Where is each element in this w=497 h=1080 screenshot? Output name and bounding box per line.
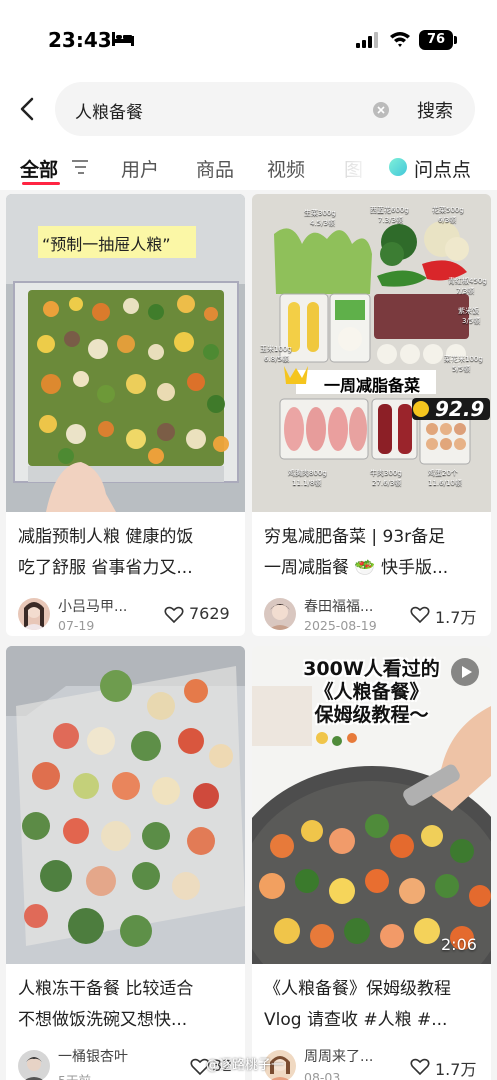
like-count: 1.7万 <box>435 1060 477 1079</box>
tab-videos[interactable]: 视频 <box>267 155 305 182</box>
cover-caption-line: 《人粮备餐》 <box>314 681 429 703</box>
note-title-line: Vlog 请查收 #人粮 #... <box>264 1010 448 1030</box>
avatar[interactable] <box>18 1050 50 1080</box>
note-title-line: 不想做饭洗碗又想快... <box>18 1010 188 1030</box>
note-title-line: 吃了舒服 省事省力又... <box>18 558 193 578</box>
note-cover-image[interactable]: 一周减脂备菜 92.9 生菜300g 4.5/3顿 西蓝花600g 7.3/3顿… <box>252 194 491 512</box>
cover-caption: “预制一抽屉人粮” <box>42 235 171 254</box>
ingredient-label: 3/5顿 <box>462 317 481 325</box>
ingredient-label: 27.6/3顿 <box>372 479 402 487</box>
filter-tabs: 全部 用户 商品 视频 图 问点点 <box>0 140 497 190</box>
post-date: 07-19 <box>58 618 95 633</box>
note-cover-image[interactable]: “预制一抽屉人粮” <box>6 194 245 512</box>
search-header: 人粮备餐 搜索 <box>0 80 497 140</box>
note-title: 《人粮备餐》保姆级教程 Vlog 请查收 #人粮 #... <box>264 974 484 1036</box>
filter-icon[interactable] <box>72 160 88 174</box>
ingredient-label: 菜花米100g <box>444 355 483 363</box>
ingredient-label: 鸡蛋20个 <box>428 469 458 477</box>
status-time: 23:43 <box>48 28 112 52</box>
ingredient-label: 玉米100g <box>260 345 292 353</box>
note-title-line: 《人粮备餐》保姆级教程 <box>264 979 451 999</box>
ingredient-label: 花菜500g <box>432 206 464 214</box>
search-input[interactable]: 人粮备餐 搜索 <box>55 82 475 136</box>
avatar[interactable] <box>264 598 296 630</box>
ingredient-label: 牛肉300g <box>370 469 402 477</box>
note-card[interactable]: 人粮冻干备餐 比较适合 不想做饭洗碗又想快... 一桶银杏叶 5天前 32 <box>6 646 245 1080</box>
ingredient-label: 青红椒450g <box>448 277 487 285</box>
wifi-icon <box>390 32 410 47</box>
ingredient-label: 5/5顿 <box>452 365 471 373</box>
note-title-line: 穷鬼减肥备菜 | 93r备足 <box>264 527 446 547</box>
author-name[interactable]: 春田福福... <box>304 596 373 616</box>
post-date: 5天前 <box>58 1070 91 1080</box>
ingredient-label: 11.1/8顿 <box>292 479 322 487</box>
like-count: 7629 <box>189 604 230 623</box>
watermark: @逐路桃子一 <box>206 1058 285 1073</box>
like-heart-icon[interactable] <box>410 1058 430 1076</box>
like-heart-icon[interactable] <box>164 606 184 624</box>
tab-all[interactable]: 全部 <box>20 155 58 182</box>
post-date: 2025-08-19 <box>304 618 377 633</box>
active-tab-indicator <box>22 182 60 185</box>
tab-ask[interactable]: 问点点 <box>414 155 471 182</box>
ingredient-label: 6.8/5顿 <box>264 355 289 363</box>
search-query[interactable]: 人粮备餐 <box>75 98 143 123</box>
note-title-line: 减脂预制人粮 健康的饭 <box>18 527 194 547</box>
ingredient-label: 7.3/3顿 <box>378 216 403 224</box>
note-cover-image[interactable] <box>6 646 245 964</box>
battery-indicator: 76 <box>419 30 457 50</box>
avatar[interactable] <box>18 598 50 630</box>
ingredient-label: 鸡胸肉800g <box>288 469 327 477</box>
note-cover-image[interactable]: 300W人看过的 《人粮备餐》 保姆级教程～ 2:06 <box>252 646 491 964</box>
note-card[interactable]: 一周减脂备菜 92.9 生菜300g 4.5/3顿 西蓝花600g 7.3/3顿… <box>252 194 491 636</box>
cover-caption: 一周减脂备菜 <box>324 376 421 395</box>
search-button[interactable]: 搜索 <box>417 97 453 123</box>
video-duration: 2:06 <box>441 935 477 954</box>
tab-fade <box>330 148 375 182</box>
ingredient-label: 生菜300g <box>304 209 336 217</box>
ingredient-label: 11.6/10顿 <box>428 479 462 487</box>
sleep-mode-icon <box>112 32 134 46</box>
author-name[interactable]: 小吕马甲... <box>58 596 127 616</box>
author-name[interactable]: 周周来了... <box>304 1046 373 1066</box>
post-date: 08-03 <box>304 1070 341 1080</box>
note-title-line: 一周减脂餐 🥗 快手版... <box>264 558 449 578</box>
ask-ai-icon[interactable] <box>389 158 407 176</box>
note-title: 减脂预制人粮 健康的饭 吃了舒服 省事省力又... <box>18 522 238 584</box>
back-arrow-icon[interactable] <box>16 96 40 122</box>
like-count: 1.7万 <box>435 608 477 627</box>
clear-search-icon[interactable] <box>373 102 389 118</box>
ingredient-label: 紫米饭 <box>458 307 479 315</box>
ingredient-label: 7/3顿 <box>456 287 475 295</box>
cover-caption-line: 保姆级教程～ <box>314 704 429 726</box>
freeze-dried-veg-photo <box>6 646 245 964</box>
ingredient-label: 6/3顿 <box>438 216 457 224</box>
cover-price: 92.9 <box>435 397 485 421</box>
note-card[interactable]: “预制一抽屉人粮” 减脂预制人粮 健康的饭 吃了舒服 省事省力又... 小吕马甲… <box>6 194 245 636</box>
ingredient-label: 西蓝花600g <box>370 206 409 214</box>
tab-users[interactable]: 用户 <box>121 155 159 182</box>
note-title-line: 人粮冻干备餐 比较适合 <box>18 979 194 999</box>
like-heart-icon[interactable] <box>410 606 430 624</box>
play-video-icon[interactable] <box>451 658 479 686</box>
ingredient-label: 4.5/3顿 <box>310 219 335 227</box>
cellular-signal-icon <box>356 32 378 48</box>
note-title: 穷鬼减肥备菜 | 93r备足 一周减脂餐 🥗 快手版... <box>264 522 484 584</box>
note-title: 人粮冻干备餐 比较适合 不想做饭洗碗又想快... <box>18 974 238 1036</box>
author-name[interactable]: 一桶银杏叶 <box>58 1046 128 1066</box>
note-card[interactable]: 300W人看过的 《人粮备餐》 保姆级教程～ 2:06 《人粮备餐》保姆级教程 … <box>252 646 491 1080</box>
status-bar: 23:43 76 <box>0 0 497 80</box>
tab-products[interactable]: 商品 <box>196 155 234 182</box>
